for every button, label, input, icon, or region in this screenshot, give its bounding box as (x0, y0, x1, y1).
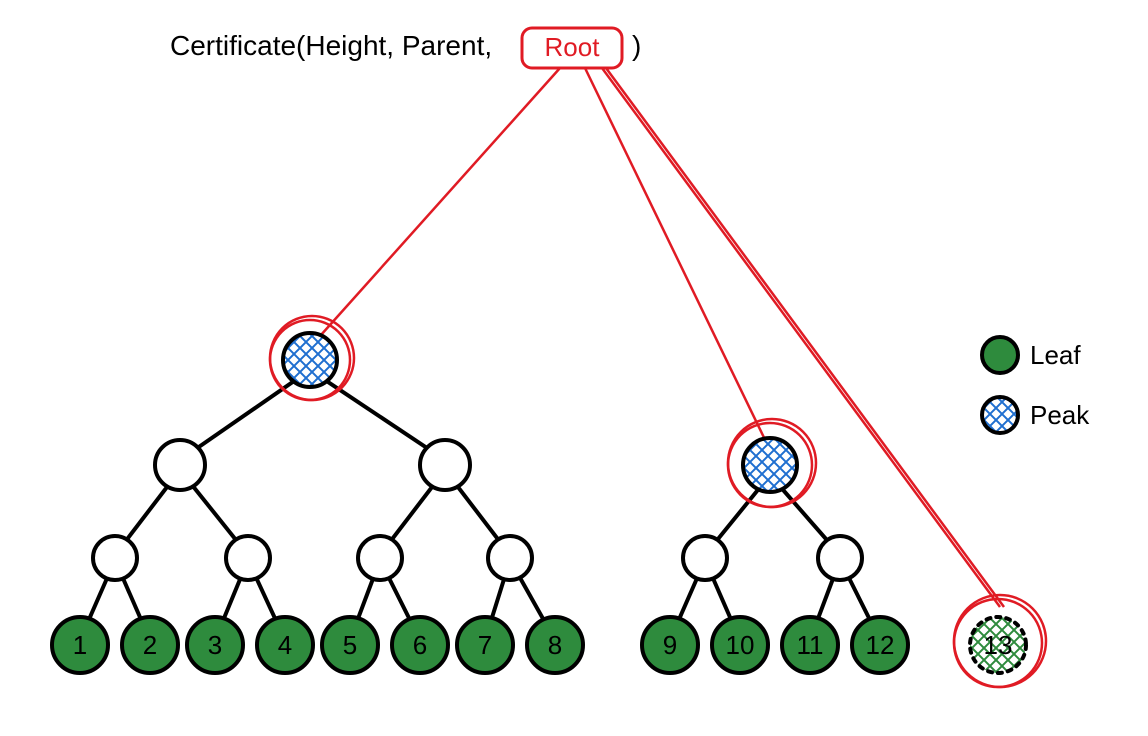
root-edge-right-b (606, 68, 1004, 607)
title-prefix: Certificate(Height, Parent, (170, 30, 492, 61)
leaf-label: 13 (984, 630, 1013, 660)
internal-node (818, 536, 862, 580)
leaf-label: 3 (208, 630, 222, 660)
leaf-label: 10 (726, 630, 755, 660)
leaf-node-6: 6 (392, 617, 448, 673)
internal-node (488, 536, 532, 580)
mmr-diagram: Certificate(Height, Parent, Root ) (0, 0, 1148, 736)
leaf-node-11: 11 (782, 617, 838, 673)
internal-node (155, 440, 205, 490)
leaf-nodes: 1 2 3 4 5 6 7 8 (52, 617, 1026, 673)
leaf-label: 4 (278, 630, 292, 660)
leaf-node-5: 5 (322, 617, 378, 673)
leaf-node-7: 7 (457, 617, 513, 673)
legend-peak-icon (982, 397, 1018, 433)
leaf-label: 8 (548, 630, 562, 660)
leaf-node-12: 12 (852, 617, 908, 673)
leaf-label: 5 (343, 630, 357, 660)
internal-node (420, 440, 470, 490)
legend-peak-label: Peak (1030, 400, 1090, 430)
internal-node (358, 536, 402, 580)
peak-nodes (283, 333, 797, 492)
leaf-node-10: 10 (712, 617, 768, 673)
title-group: Certificate(Height, Parent, Root ) (170, 28, 641, 68)
title-suffix: ) (632, 30, 641, 61)
leaf-node-4: 4 (257, 617, 313, 673)
internal-node (93, 536, 137, 580)
leaf-label: 2 (143, 630, 157, 660)
leaf-label: 1 (73, 630, 87, 660)
leaf-label: 9 (663, 630, 677, 660)
peak-left (283, 333, 337, 387)
leaf-label: 6 (413, 630, 427, 660)
legend: Leaf Peak (982, 337, 1090, 433)
leaf-node-1: 1 (52, 617, 108, 673)
leaf-node-13: 13 (970, 617, 1026, 673)
internal-node (226, 536, 270, 580)
leaf-label: 12 (866, 630, 895, 660)
root-label: Root (545, 32, 601, 62)
root-edge-left (312, 68, 560, 345)
legend-leaf-icon (982, 337, 1018, 373)
leaf-node-9: 9 (642, 617, 698, 673)
root-edge-right-a (602, 68, 1000, 607)
root-edges (312, 68, 1004, 607)
legend-leaf-label: Leaf (1030, 340, 1081, 370)
peak-mid (743, 438, 797, 492)
internal-node (683, 536, 727, 580)
leaf-node-3: 3 (187, 617, 243, 673)
leaf-label: 11 (797, 630, 824, 660)
leaf-label: 7 (478, 630, 492, 660)
leaf-node-8: 8 (527, 617, 583, 673)
leaf-node-2: 2 (122, 617, 178, 673)
